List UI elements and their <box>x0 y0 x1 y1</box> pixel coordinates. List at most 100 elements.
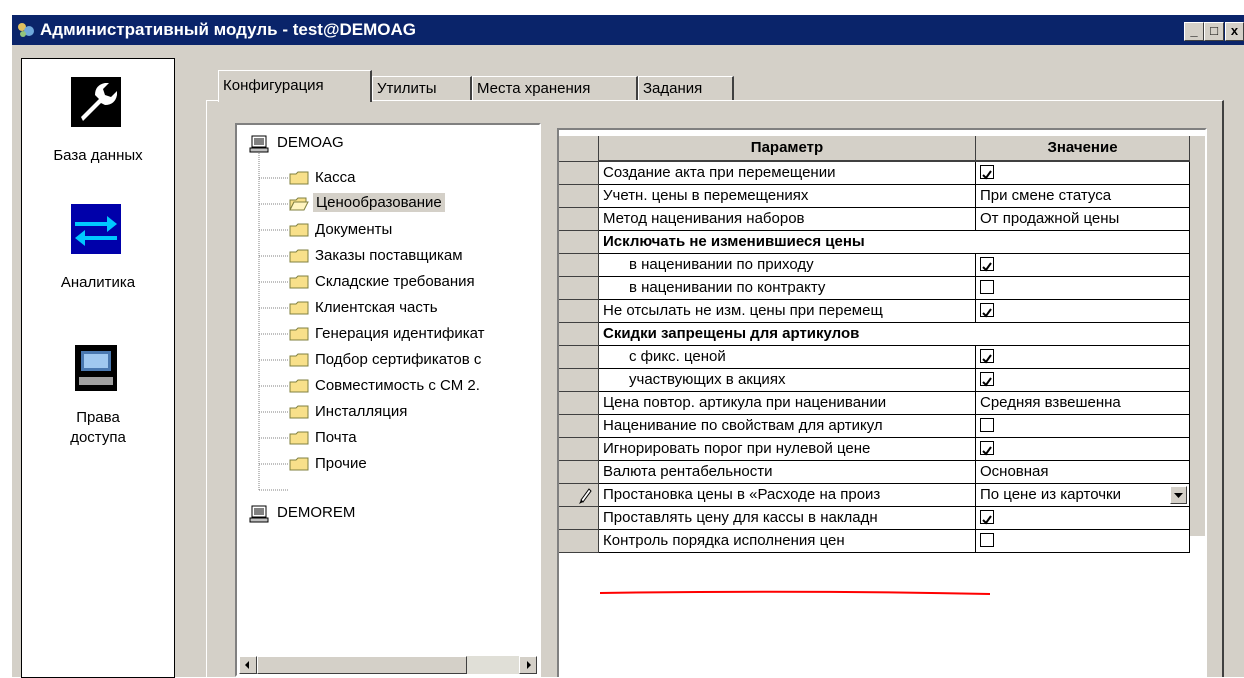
arrow-right-icon <box>527 661 531 669</box>
tab-storage-locations[interactable]: Места хранения <box>472 76 638 100</box>
row-value[interactable]: Основная <box>976 461 1190 484</box>
nav-item-analytics[interactable]: Аналитика <box>22 274 174 291</box>
checkbox-unchecked[interactable] <box>980 418 994 432</box>
row-indicator[interactable] <box>559 392 599 415</box>
nav-item-access-rights[interactable]: Права доступа <box>22 408 174 448</box>
arrows-exchange-icon <box>71 204 121 254</box>
row-value[interactable] <box>976 438 1190 461</box>
tree-item[interactable]: Подбор сертификатов с <box>315 351 481 368</box>
row-indicator[interactable] <box>559 369 599 392</box>
row-indicator[interactable] <box>559 530 599 553</box>
column-header-value[interactable]: Значение <box>976 136 1190 162</box>
scroll-right-button[interactable] <box>519 656 537 674</box>
tree-item[interactable]: Прочие <box>315 455 367 472</box>
column-header-parameter[interactable]: Параметр <box>599 136 976 162</box>
row-value[interactable]: От продажной цены <box>976 208 1190 231</box>
row-value[interactable] <box>976 277 1190 300</box>
row-value[interactable] <box>976 346 1190 369</box>
row-value[interactable]: Средняя взвешенна <box>976 392 1190 415</box>
row-parameter[interactable]: Скидки запрещены для артикулов <box>599 323 1190 346</box>
tree-item[interactable]: Заказы поставщикам <box>315 247 463 264</box>
nav-item-database[interactable]: База данных <box>22 147 174 164</box>
row-parameter[interactable]: Цена повтор. артикула при наценивании <box>599 392 976 415</box>
checkbox-unchecked[interactable] <box>980 533 994 547</box>
row-value[interactable] <box>976 162 1190 185</box>
row-indicator-editing[interactable] <box>559 484 599 507</box>
row-parameter[interactable]: участвующих в акциях <box>599 369 976 392</box>
folder-icon <box>289 301 309 315</box>
row-value[interactable] <box>976 507 1190 530</box>
tree-item[interactable]: Клиентская часть <box>315 299 438 316</box>
checkbox-checked[interactable] <box>980 257 994 272</box>
checkbox-checked[interactable] <box>980 510 994 525</box>
tree-item[interactable]: Складские требования <box>315 273 475 290</box>
tree-item[interactable]: Почта <box>315 429 357 446</box>
row-value[interactable] <box>976 415 1190 438</box>
tab-configuration[interactable]: Конфигурация <box>218 70 372 102</box>
row-parameter[interactable]: Исключать не изменившиеся цены <box>599 231 1190 254</box>
row-indicator[interactable] <box>559 461 599 484</box>
row-indicator[interactable] <box>559 438 599 461</box>
tree-item-selected[interactable]: Ценообразование <box>313 193 445 212</box>
row-indicator[interactable] <box>559 208 599 231</box>
row-value[interactable] <box>976 530 1190 553</box>
row-parameter[interactable]: Наценивание по свойствам для артикул <box>599 415 976 438</box>
row-parameter[interactable]: с фикс. ценой <box>599 346 976 369</box>
row-parameter[interactable]: Не отсылать не изм. цены при перемещ <box>599 300 976 323</box>
row-indicator[interactable] <box>559 231 599 254</box>
row-parameter[interactable]: Создание акта при перемещении <box>599 162 976 185</box>
scroll-left-button[interactable] <box>239 656 257 674</box>
header-indicator <box>559 136 599 162</box>
row-value[interactable] <box>976 300 1190 323</box>
tab-utilities[interactable]: Утилиты <box>372 76 472 100</box>
row-indicator[interactable] <box>559 415 599 438</box>
checkbox-checked[interactable] <box>980 372 994 387</box>
row-value[interactable] <box>976 254 1190 277</box>
tree-horizontal-scrollbar[interactable] <box>239 656 537 674</box>
row-indicator[interactable] <box>559 507 599 530</box>
dropdown-button[interactable] <box>1170 486 1187 504</box>
checkbox-checked[interactable] <box>980 349 994 364</box>
wrench-icon <box>71 77 121 127</box>
row-indicator[interactable] <box>559 277 599 300</box>
row-indicator[interactable] <box>559 185 599 208</box>
tree-item[interactable]: Инсталляция <box>315 403 407 420</box>
maximize-button[interactable]: □ <box>1204 22 1224 41</box>
row-parameter[interactable]: в наценивании по приходу <box>599 254 976 277</box>
tree-item[interactable]: Документы <box>315 221 392 238</box>
row-value[interactable]: При смене статуса <box>976 185 1190 208</box>
value-dropdown[interactable]: По цене из карточки <box>976 484 1190 507</box>
row-indicator[interactable] <box>559 162 599 185</box>
tree-root-demorem[interactable]: DEMOREM <box>277 504 355 521</box>
minimize-button[interactable]: _ <box>1184 22 1204 41</box>
checkbox-checked[interactable] <box>980 165 994 180</box>
config-tree[interactable]: DEMOAG Касса Ценообразование Документы З… <box>235 123 541 677</box>
checkmark-icon <box>982 377 992 387</box>
checkbox-checked[interactable] <box>980 303 994 318</box>
row-parameter[interactable]: Простановка цены в «Расходе на произ <box>599 484 976 507</box>
checkbox-unchecked[interactable] <box>980 280 994 294</box>
row-parameter[interactable]: в наценивании по контракту <box>599 277 976 300</box>
tree-item[interactable]: Генерация идентификат <box>315 325 485 342</box>
row-indicator[interactable] <box>559 254 599 277</box>
close-button[interactable]: x <box>1225 22 1244 41</box>
row-parameter[interactable]: Учетн. цены в перемещениях <box>599 185 976 208</box>
tree-item[interactable]: Совместимость с СМ 2. <box>315 377 480 394</box>
scroll-thumb[interactable] <box>257 656 467 674</box>
row-parameter[interactable]: Проставлять цену для кассы в накладн <box>599 507 976 530</box>
row-value[interactable] <box>976 369 1190 392</box>
row-indicator[interactable] <box>559 300 599 323</box>
grid-empty-area <box>1190 136 1205 536</box>
row-indicator[interactable] <box>559 346 599 369</box>
tab-tasks[interactable]: Задания <box>638 76 734 100</box>
row-parameter[interactable]: Контроль порядка исполнения цен <box>599 530 976 553</box>
folder-icon <box>289 275 309 289</box>
row-parameter[interactable]: Валюта рентабельности <box>599 461 976 484</box>
title-bar[interactable]: Административный модуль - test@DEMOAG _ … <box>12 15 1244 45</box>
tree-item[interactable]: Касса <box>315 169 355 186</box>
row-parameter[interactable]: Метод наценивания наборов <box>599 208 976 231</box>
row-parameter[interactable]: Игнорировать порог при нулевой цене <box>599 438 976 461</box>
folder-icon <box>289 171 309 185</box>
row-indicator[interactable] <box>559 323 599 346</box>
checkbox-checked[interactable] <box>980 441 994 456</box>
